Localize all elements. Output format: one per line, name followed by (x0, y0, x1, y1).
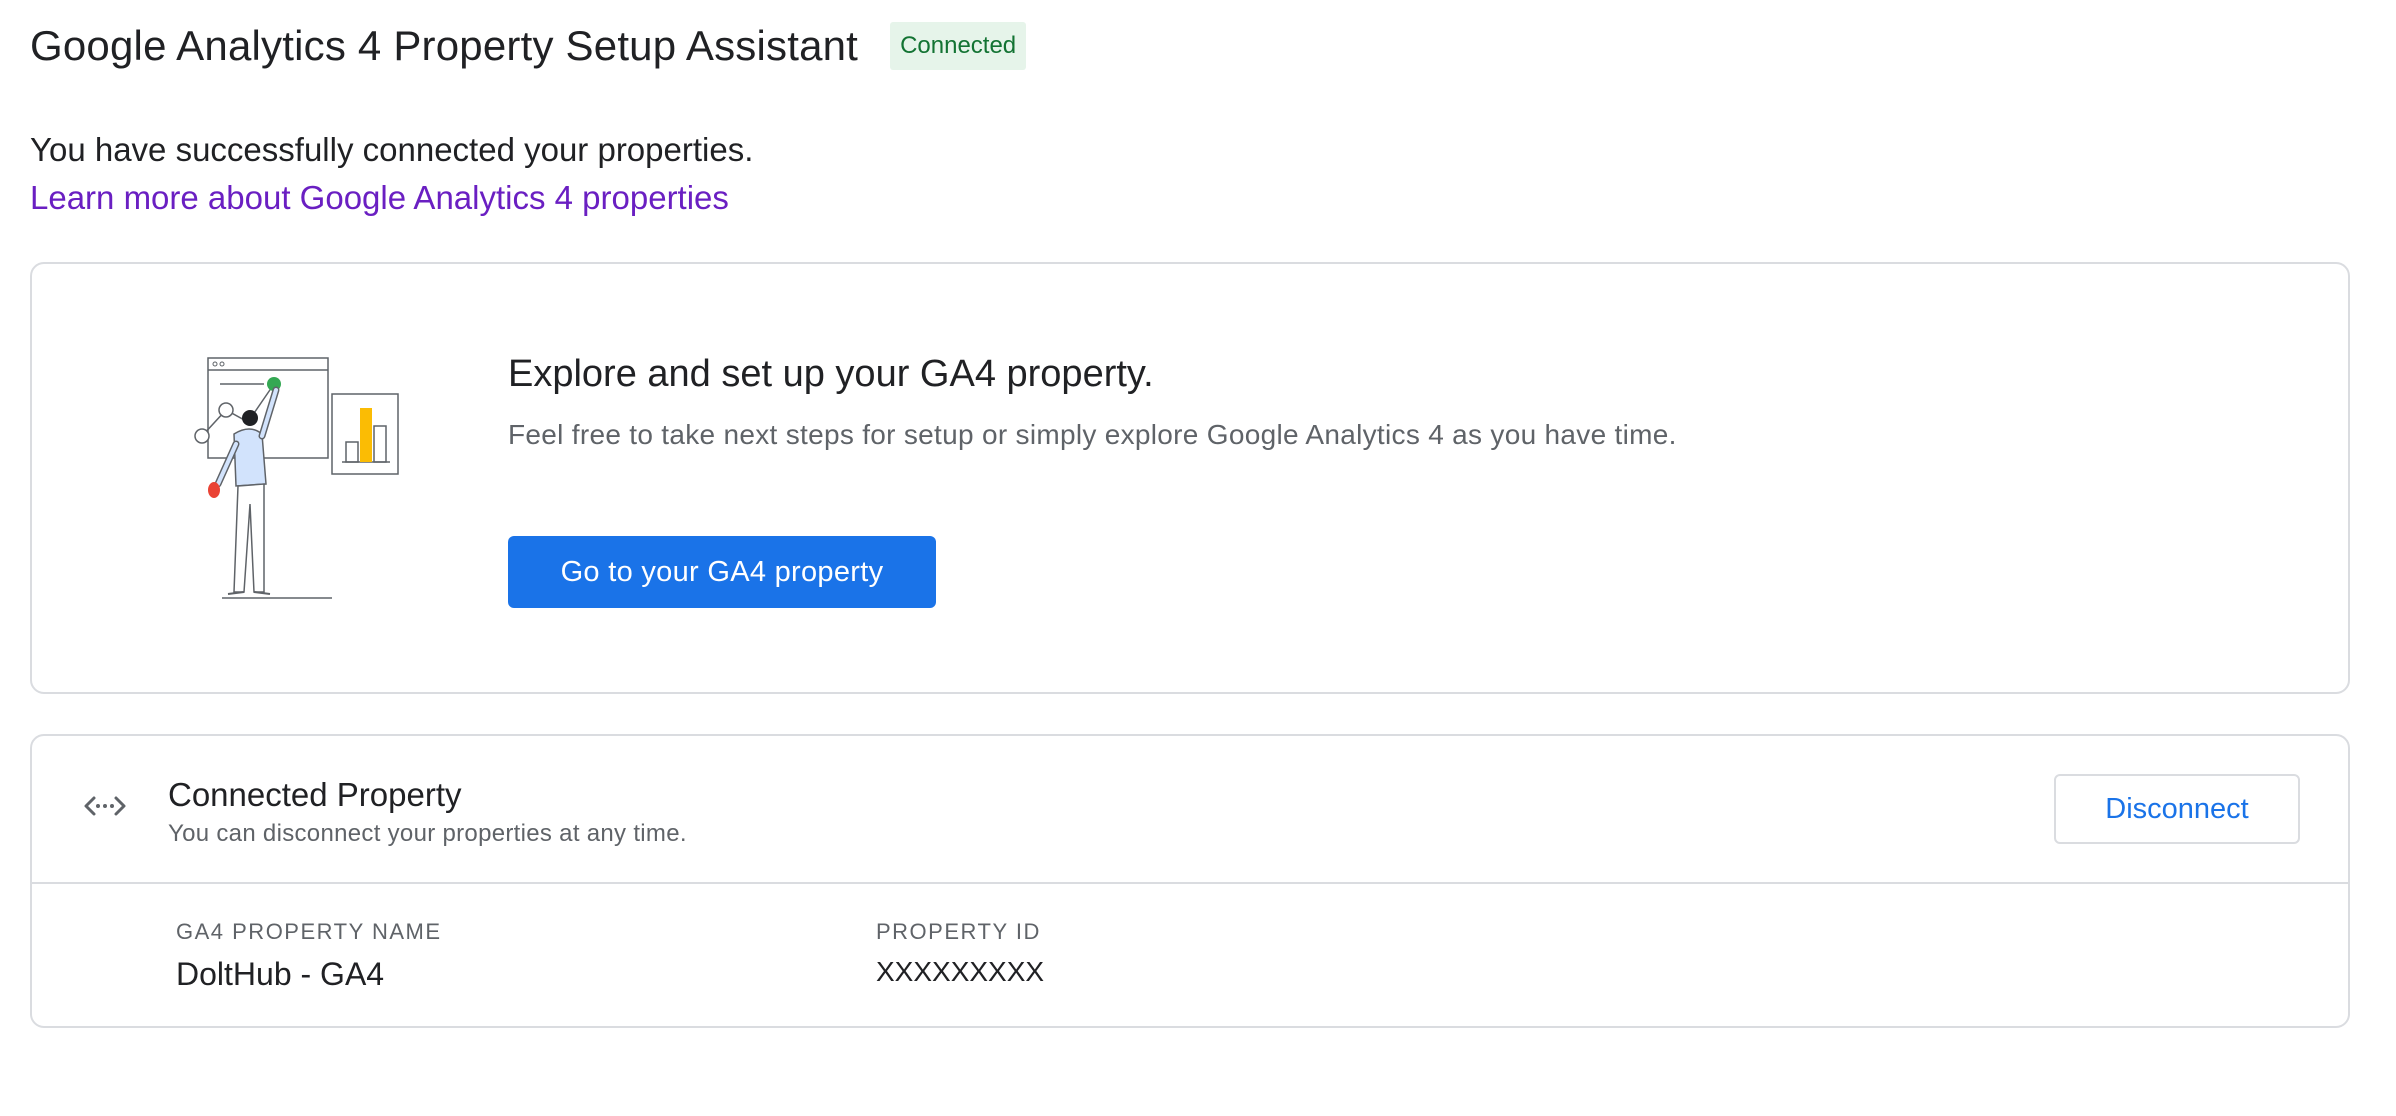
go-to-ga4-property-button[interactable]: Go to your GA4 property (508, 536, 936, 608)
explore-title: Explore and set up your GA4 property. (508, 353, 1154, 395)
setup-assistant-page: Google Analytics 4 Property Setup Assist… (0, 0, 2396, 1116)
page-title: Google Analytics 4 Property Setup Assist… (30, 22, 859, 69)
disconnect-button[interactable]: Disconnect (2054, 774, 2300, 844)
intro-section: You have successfully connected your pro… (30, 128, 753, 220)
link-arrows-icon (84, 796, 126, 816)
connected-property-title: Connected Property (168, 776, 462, 813)
connected-property-card: Connected Property You can disconnect yo… (30, 734, 2350, 1028)
page-header: Google Analytics 4 Property Setup Assist… (30, 20, 1027, 72)
status-badge: Connected (890, 22, 1027, 70)
connected-property-subtitle: You can disconnect your properties at an… (168, 820, 687, 847)
explore-description: Feel free to take next steps for setup o… (508, 419, 1677, 450)
property-id-field: PROPERTY ID XXXXXXXXX (876, 918, 1044, 992)
field-label: GA4 PROPERTY NAME (176, 919, 442, 944)
field-value: DoltHub - GA4 (176, 956, 385, 992)
field-value: XXXXXXXXX (876, 956, 1045, 987)
connected-property-header: Connected Property You can disconnect yo… (32, 736, 2348, 884)
field-label: PROPERTY ID (876, 919, 1041, 944)
success-message: You have successfully connected your pro… (30, 131, 754, 168)
learn-more-link[interactable]: Learn more about Google Analytics 4 prop… (30, 176, 753, 220)
ga4-property-name-field: GA4 PROPERTY NAME DoltHub - GA4 (176, 918, 442, 994)
explore-card: Explore and set up your GA4 property. Fe… (30, 262, 2350, 694)
analytics-presenter-illustration (194, 357, 399, 599)
